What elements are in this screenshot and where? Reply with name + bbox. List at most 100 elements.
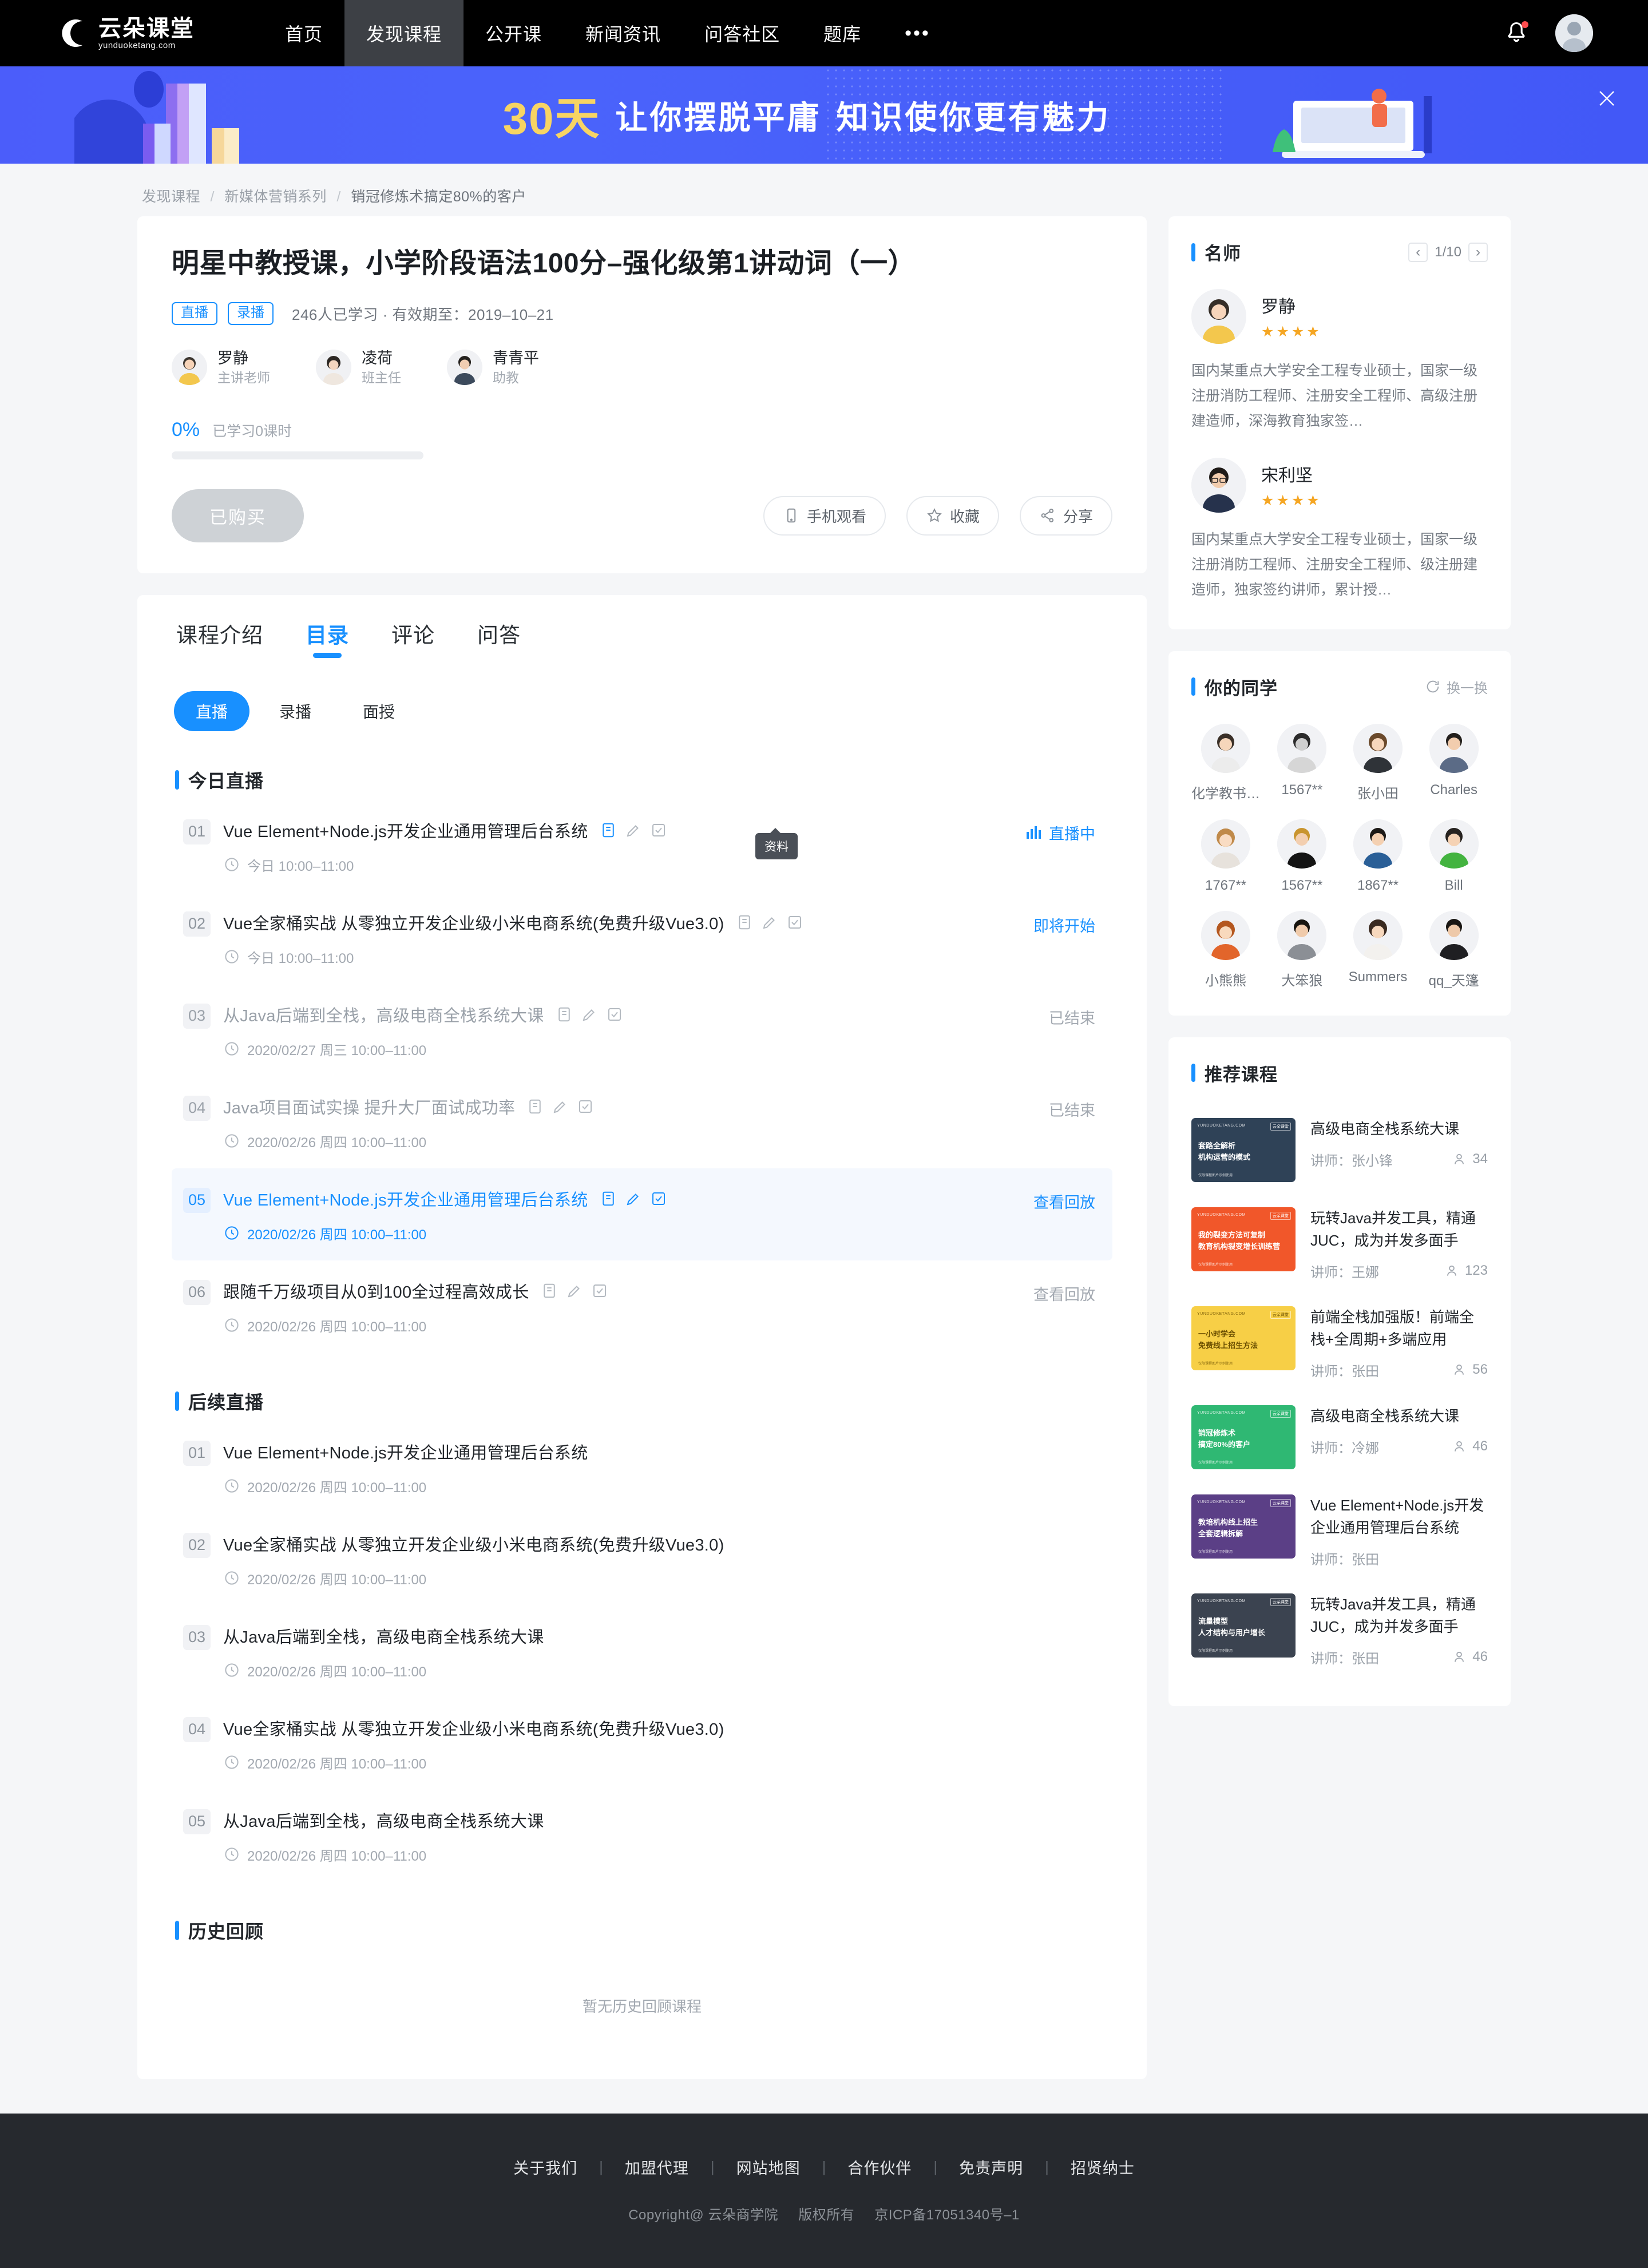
table-row[interactable]: 02 Vue全家桶实战 从零独立开发企业级小米电商系统(免费升级Vue3.0)	[172, 892, 1112, 984]
material-icon[interactable]	[736, 914, 753, 931]
footer-link-sitemap[interactable]: 网站地图	[715, 2156, 822, 2178]
table-row[interactable]: 03 从Java后端到全栈，高级电商全栈系统大课 2020/02/26 周四 1…	[172, 1605, 1112, 1698]
famous-teacher-item[interactable]: 罗静 ★★★★ 国内某重点大学安全工程专业硕士，国家一级注册消防工程师、注册安全…	[1191, 289, 1488, 434]
material-icon[interactable]	[556, 1006, 573, 1023]
nav-item-news[interactable]: 新闻资讯	[564, 0, 683, 66]
tab-course-intro[interactable]: 课程介绍	[176, 618, 263, 658]
subtab-offline[interactable]: 面授	[341, 691, 417, 731]
footer-link-disclaimer[interactable]: 免责声明	[937, 2156, 1045, 2178]
nav-item-open-class[interactable]: 公开课	[464, 0, 564, 66]
homework-icon[interactable]	[650, 1190, 667, 1207]
promo-banner[interactable]: 30天 让你摆脱平庸 知识使你更有魅力	[0, 66, 1648, 164]
footer-link-partners[interactable]: 合作伙伴	[826, 2156, 933, 2178]
table-row[interactable]: 01 Vue Element+Node.js开发企业通用管理后台系统 今日 10…	[172, 800, 1112, 892]
list-item[interactable]: 张小田	[1344, 723, 1412, 802]
list-item[interactable]: 1567**	[1268, 819, 1336, 894]
list-item[interactable]: YUNDUOKETANG.COM 云朵课堂 我的裂变方法可复制 教育机构裂变增长…	[1191, 1195, 1488, 1294]
table-row[interactable]: 04 Java项目面试实操 提升大厂面试成功率 2020/02/26 周四 10…	[172, 1076, 1112, 1168]
material-icon[interactable]	[600, 1190, 617, 1207]
list-item[interactable]: YUNDUOKETANG.COM 云朵课堂 教培机构线上招生 全套逻辑拆解 仅限…	[1191, 1482, 1488, 1581]
footer-link-franchise[interactable]: 加盟代理	[603, 2156, 711, 2178]
list-item[interactable]: 小熊熊	[1191, 910, 1260, 989]
list-item[interactable]: Bill	[1420, 819, 1488, 894]
homework-icon[interactable]	[591, 1282, 608, 1299]
list-item[interactable]: 化学教书…	[1191, 723, 1260, 802]
classmate-name: 张小田	[1357, 786, 1399, 802]
material-icon[interactable]	[541, 1282, 558, 1299]
purchased-button[interactable]: 已购买	[172, 489, 304, 542]
status-badge[interactable]: 查看回放	[1016, 1282, 1095, 1305]
list-item[interactable]: 1567**	[1268, 723, 1336, 802]
list-item[interactable]: Charles	[1420, 723, 1488, 802]
list-item[interactable]: YUNDUOKETANG.COM 云朵课堂 流量模型 人才结构与用户增长 仅限课…	[1191, 1581, 1488, 1680]
material-icon[interactable]	[526, 1098, 544, 1115]
material-icon[interactable]	[600, 822, 617, 839]
icp-text[interactable]: 京ICP备17051340号–1	[874, 2207, 1019, 2223]
nav-item-home[interactable]: 首页	[263, 0, 344, 66]
nav-item-discover-courses[interactable]: 发现课程	[344, 0, 464, 66]
breadcrumb-item-2[interactable]: 新媒体营销系列	[224, 189, 327, 205]
teacher-item[interactable]: 凌荷 班主任	[316, 348, 401, 386]
breadcrumb-item-1[interactable]: 发现课程	[142, 189, 200, 205]
edit-icon[interactable]	[552, 1098, 569, 1115]
lesson-time: 今日 10:00–11:00	[247, 858, 354, 874]
homework-icon[interactable]	[786, 914, 803, 931]
tab-qa[interactable]: 问答	[477, 618, 521, 658]
table-row[interactable]: 06 跟随千万级项目从0到100全过程高效成长 2020/02/26 周四 10…	[172, 1260, 1112, 1353]
nav-item-question-bank[interactable]: 题库	[802, 0, 883, 66]
list-item[interactable]: YUNDUOKETANG.COM 云朵课堂 套路全解析 机构运营的模式 仅限课程…	[1191, 1105, 1488, 1195]
edit-icon[interactable]	[625, 822, 642, 839]
list-item[interactable]: 1867**	[1344, 819, 1412, 894]
table-row[interactable]: 02 Vue全家桶实战 从零独立开发企业级小米电商系统(免费升级Vue3.0) …	[172, 1513, 1112, 1605]
homework-icon[interactable]	[577, 1098, 594, 1115]
edit-icon[interactable]	[581, 1006, 598, 1023]
prev-page-button[interactable]: ‹	[1408, 242, 1428, 262]
list-item[interactable]: YUNDUOKETANG.COM 云朵课堂 一小时学会 免费线上招生方法 仅限课…	[1191, 1294, 1488, 1393]
list-item[interactable]: 大笨狼	[1268, 910, 1336, 989]
mobile-watch-button[interactable]: 手机观看	[763, 495, 886, 536]
close-icon[interactable]	[1595, 87, 1618, 110]
famous-teacher-item[interactable]: 宋利坚 ★★★★ 国内某重点大学安全工程专业硕士，国家一级注册消防工程师、注册安…	[1191, 458, 1488, 602]
refresh-classmates-button[interactable]: 换一换	[1425, 677, 1488, 697]
clock-icon	[225, 1663, 239, 1677]
list-item[interactable]: 1767**	[1191, 819, 1260, 894]
status-badge[interactable]: 直播中	[1009, 822, 1095, 844]
share-button[interactable]: 分享	[1020, 495, 1113, 536]
rating-stars: ★★★★	[1261, 493, 1322, 509]
footer-link-about[interactable]: 关于我们	[492, 2156, 599, 2178]
site-logo[interactable]: 云朵课堂 yunduoketang.com	[57, 0, 229, 66]
list-item[interactable]: Summers	[1344, 910, 1412, 989]
course-title: 高级电商全栈系统大课	[1310, 1120, 1460, 1137]
list-item[interactable]: qq_天篷	[1420, 910, 1488, 989]
footer-divider: |	[1045, 2158, 1049, 2175]
table-row[interactable]: 05 Vue Element+Node.js开发企业通用管理后台系统 2020/…	[172, 1168, 1113, 1260]
notification-bell-icon[interactable]	[1504, 20, 1529, 46]
table-row[interactable]: 05 从Java后端到全栈，高级电商全栈系统大课 2020/02/26 周四 1…	[172, 1790, 1112, 1882]
breadcrumb-item-3[interactable]: 销冠修炼术搞定80%的客户	[351, 189, 526, 205]
subtab-live[interactable]: 直播	[174, 691, 250, 731]
tab-comments[interactable]: 评论	[391, 618, 435, 658]
edit-icon[interactable]	[625, 1190, 642, 1207]
teacher-item[interactable]: 青青平 助教	[447, 348, 539, 386]
nav-more-icon[interactable]: •••	[883, 0, 952, 66]
tab-catalog[interactable]: 目录	[306, 618, 349, 658]
favorite-button[interactable]: 收藏	[906, 495, 1000, 536]
status-badge[interactable]: 查看回放	[1016, 1190, 1095, 1212]
list-item[interactable]: YUNDUOKETANG.COM 云朵课堂 销冠修炼术 搞定80%的客户 仅限课…	[1191, 1393, 1488, 1482]
user-avatar[interactable]	[1555, 14, 1593, 52]
next-page-button[interactable]: ›	[1468, 242, 1488, 262]
table-row[interactable]: 03 从Java后端到全栈，高级电商全栈系统大课 2020/02/27 周三 1…	[172, 984, 1112, 1076]
clock-icon	[225, 1226, 239, 1240]
nav-item-qa-community[interactable]: 问答社区	[683, 0, 802, 66]
subtab-recorded[interactable]: 录播	[258, 691, 333, 731]
edit-icon[interactable]	[761, 914, 778, 931]
table-row[interactable]: 01 Vue Element+Node.js开发企业通用管理后台系统 2020/…	[172, 1421, 1112, 1513]
homework-icon[interactable]	[606, 1006, 623, 1023]
top-navigation-bar: 云朵课堂 yunduoketang.com 首页 发现课程 公开课 新闻资讯 问…	[0, 0, 1648, 66]
homework-icon[interactable]	[650, 822, 667, 839]
footer-link-careers[interactable]: 招贤纳士	[1049, 2156, 1156, 2178]
status-badge[interactable]: 即将开始	[1016, 914, 1095, 936]
teacher-item[interactable]: 罗静 主讲老师	[172, 348, 270, 386]
table-row[interactable]: 04 Vue全家桶实战 从零独立开发企业级小米电商系统(免费升级Vue3.0) …	[172, 1698, 1112, 1790]
edit-icon[interactable]	[566, 1282, 583, 1299]
